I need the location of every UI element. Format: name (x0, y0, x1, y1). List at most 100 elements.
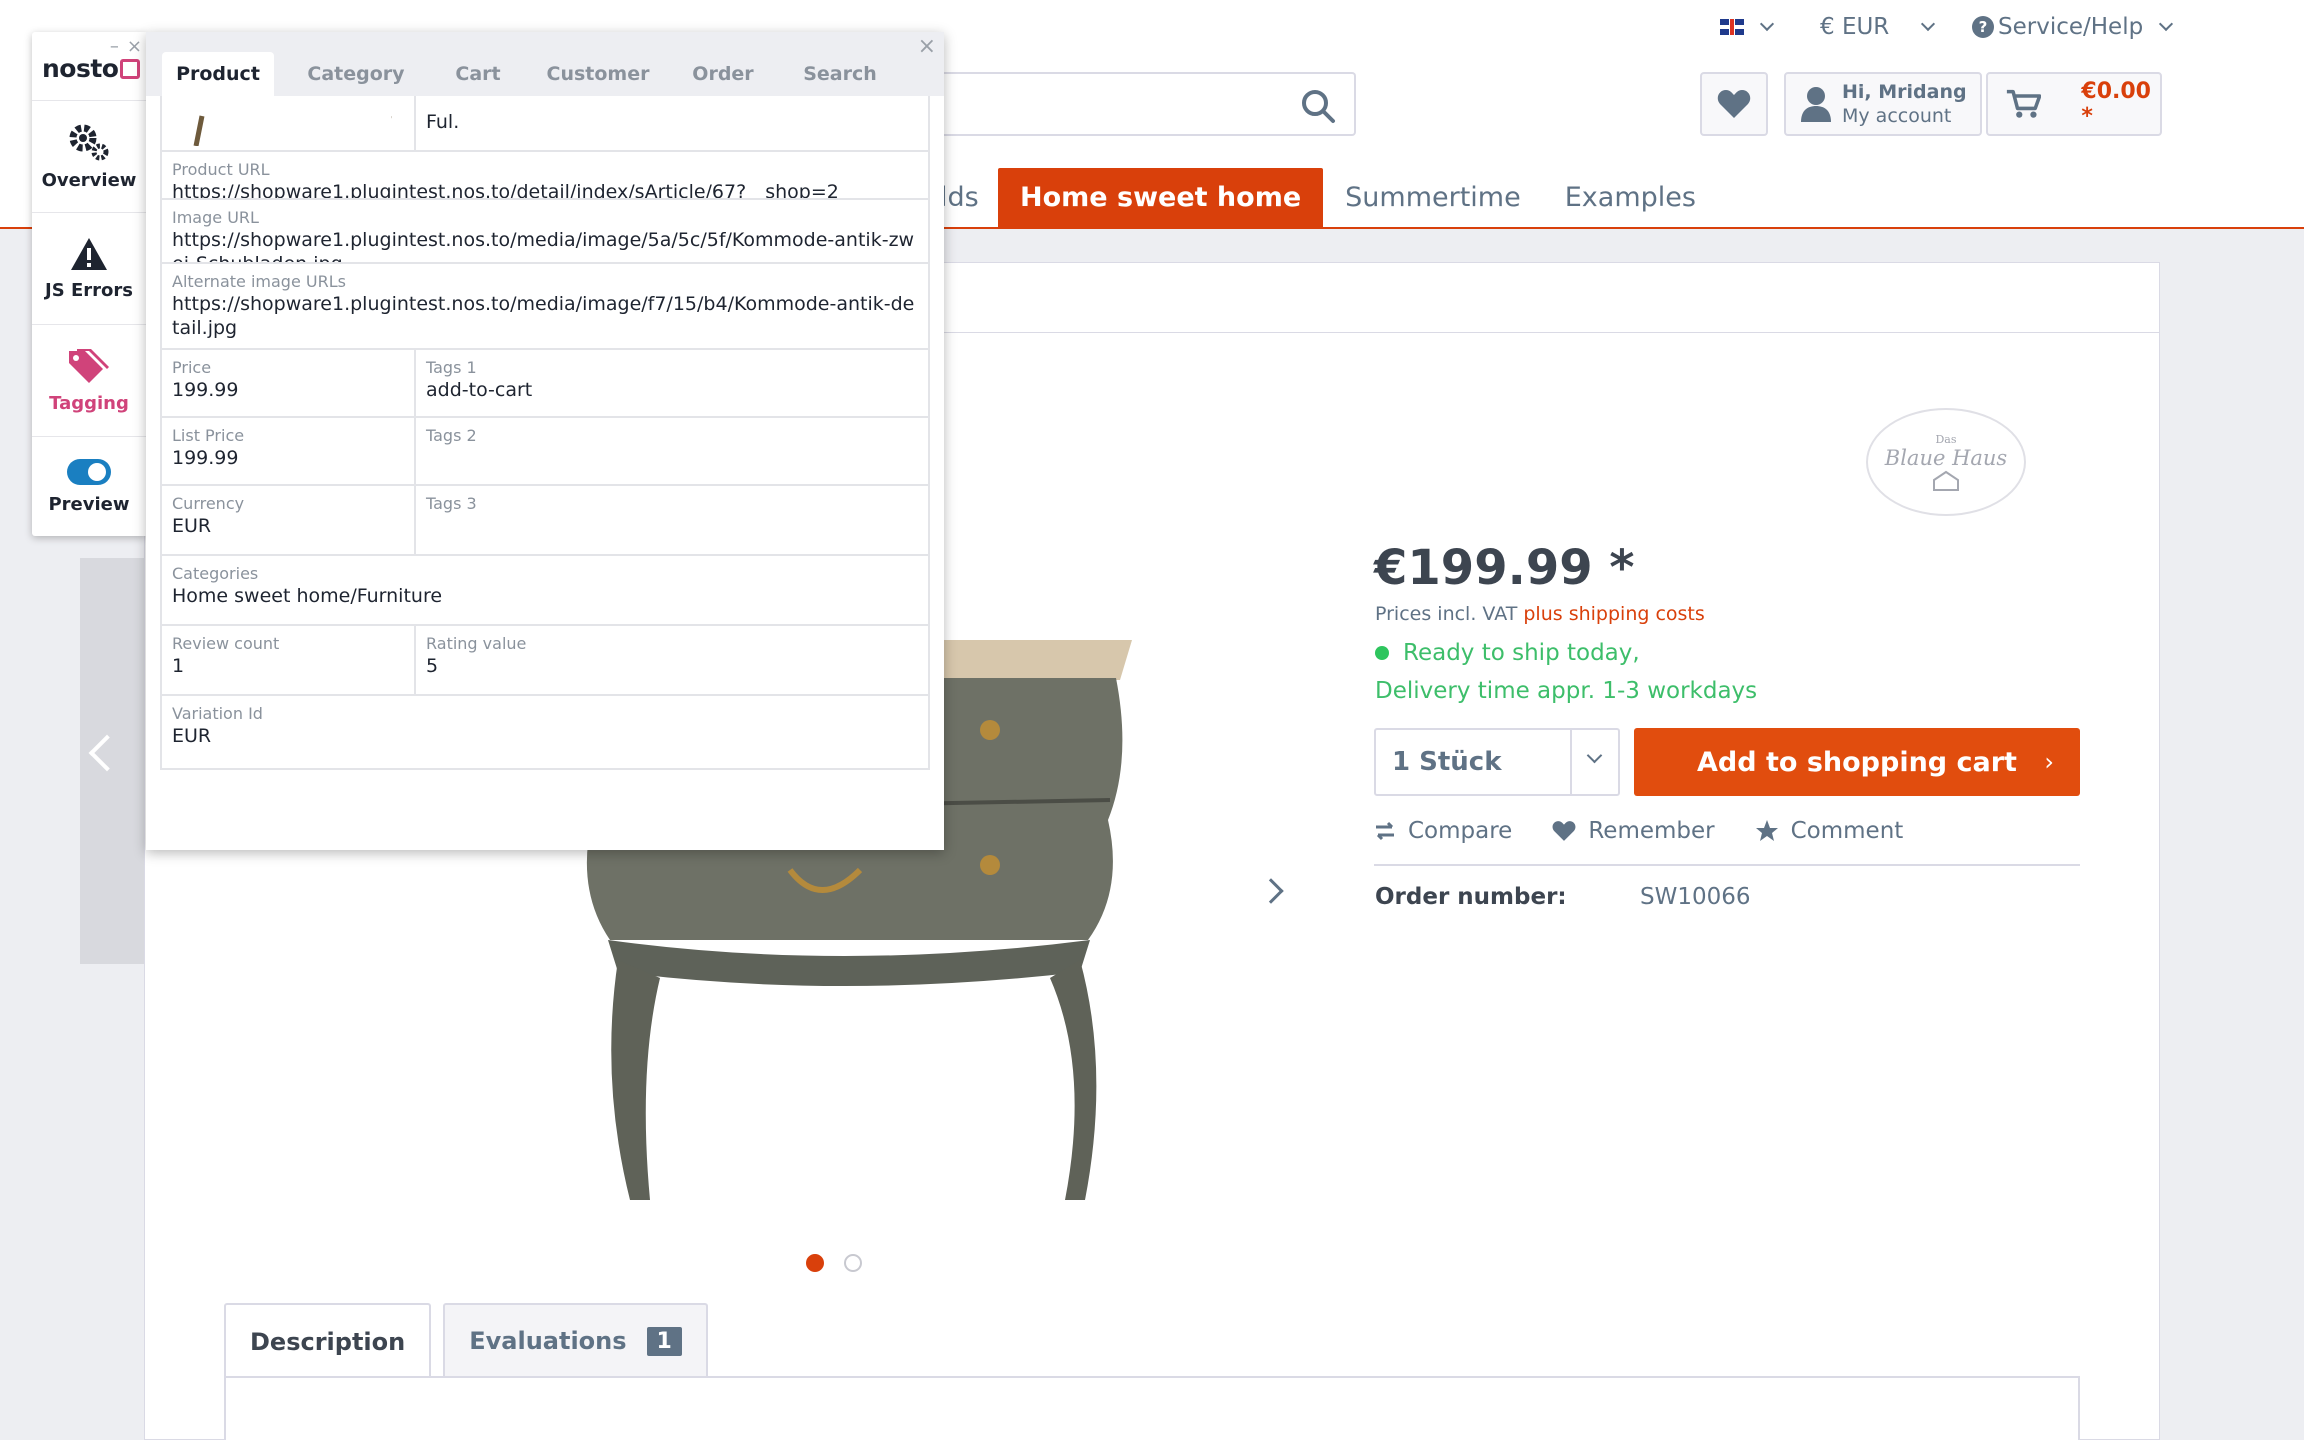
tab-customer[interactable]: Customer (538, 52, 658, 96)
chevron-down-icon (2159, 16, 2174, 32)
remember-link[interactable]: Remember (1552, 818, 1715, 844)
cart-button[interactable]: €0.00 * (1986, 72, 2162, 136)
tab-panel (224, 1376, 2080, 1440)
field-tags-2: Tags 2 (414, 416, 930, 486)
field-product-url: Product URL https://shopware1.plugintest… (160, 150, 930, 203)
field-value: https://shopware1.plugintest.nos.to/medi… (172, 293, 915, 339)
nav-item-summertime[interactable]: Summertime (1323, 168, 1543, 228)
field-partial: Ful. (414, 96, 930, 152)
brand-small-text: Das (1935, 432, 1957, 446)
compare-icon (1376, 821, 1394, 841)
chevron-down-icon (1759, 16, 1775, 32)
field-label: Tags 2 (426, 426, 477, 445)
nosto-logo: nosto (42, 54, 141, 83)
shipping-costs-link[interactable]: plus shipping costs (1523, 603, 1704, 625)
quantity-select[interactable]: 1 Stück (1374, 728, 1620, 796)
search-input[interactable] (930, 72, 1356, 136)
field-value: 199.99 (172, 379, 239, 401)
comment-link[interactable]: Comment (1755, 818, 1904, 844)
status-dot-icon (1375, 646, 1389, 660)
delivery-status: Ready to ship today, (1375, 640, 1640, 666)
wishlist-button[interactable] (1700, 72, 1768, 136)
field-currency: Currency EUR (160, 484, 416, 556)
tab-search[interactable]: Search (788, 52, 892, 96)
sidebar-item-overview[interactable]: Overview (32, 100, 146, 212)
gallery-dots (806, 1254, 862, 1272)
comment-label: Comment (1790, 818, 1904, 844)
cart-icon (2006, 89, 2042, 118)
field-label: Variation Id (172, 704, 263, 723)
field-label: Currency (172, 494, 245, 513)
account-button[interactable]: Hi, Mridang My account (1784, 72, 1982, 136)
field-label: Price (172, 358, 212, 377)
toggle-icon (67, 459, 111, 485)
currency-switcher[interactable]: € EUR (1820, 12, 1936, 42)
tab-evaluations-label: Evaluations (469, 1327, 627, 1355)
field-value: Ful. (426, 111, 460, 133)
field-label: Review count (172, 634, 280, 653)
vat-info: Prices incl. VAT plus shipping costs (1375, 603, 1705, 625)
tab-product[interactable]: Product (162, 52, 274, 96)
add-to-cart-button[interactable]: Add to shopping cart › (1634, 728, 2080, 796)
field-label: Rating value (426, 634, 527, 653)
sidebar-item-label: Preview (48, 494, 130, 515)
service-label: Service/Help (1998, 14, 2144, 40)
main-navigation-items: Home sweet home Summertime Examples (998, 168, 1718, 228)
search-icon[interactable] (1300, 88, 1336, 124)
sidebar-item-label: JS Errors (45, 280, 133, 301)
field-value: 5 (426, 655, 439, 677)
nosto-panel: Product Category Cart Customer Order Sea… (146, 32, 944, 850)
tab-category[interactable]: Category (294, 52, 418, 96)
remember-label: Remember (1588, 818, 1715, 844)
sidebar-item-tagging[interactable]: Tagging (32, 324, 146, 436)
tab-evaluations[interactable]: Evaluations 1 (443, 1303, 708, 1377)
tab-description-label: Description (250, 1328, 406, 1356)
field-variation-id: Variation Id EUR (160, 694, 930, 770)
divider (1374, 864, 2080, 866)
heart-icon (1552, 821, 1576, 841)
field-image-thumb (160, 96, 416, 152)
nav-item-home-sweet-home[interactable]: Home sweet home (998, 168, 1324, 228)
order-number-value: SW10066 (1640, 884, 1751, 910)
field-alt-image-urls: Alternate image URLs https://shopware1.p… (160, 262, 930, 350)
sidebar-item-js-errors[interactable]: JS Errors (32, 212, 146, 324)
field-value: EUR (172, 515, 212, 537)
field-value: Home sweet home/Furniture (172, 585, 443, 607)
field-rating-value: Rating value 5 (414, 624, 930, 696)
chevron-down-icon (1921, 16, 1936, 32)
nav-item-examples[interactable]: Examples (1543, 168, 1718, 228)
gallery-dot[interactable] (806, 1254, 824, 1272)
order-number-label: Order number: (1375, 884, 1567, 910)
sidebar-item-preview[interactable]: Preview (32, 436, 146, 536)
compare-link[interactable]: Compare (1374, 818, 1512, 844)
brand-logo[interactable]: Das Blaue Haus (1866, 408, 2026, 516)
tab-description[interactable]: Description (224, 1303, 432, 1379)
nosto-sidebar: – × nosto Overview JS Errors Tagging Pre… (32, 32, 146, 536)
product-thumbnail (193, 115, 403, 147)
field-label: Image URL (172, 208, 259, 227)
field-value: EUR (172, 725, 212, 747)
service-menu[interactable]: ? Service/Help (1972, 12, 2174, 42)
tab-cart[interactable]: Cart (438, 52, 518, 96)
field-value: 199.99 (172, 447, 239, 469)
field-label: Tags 1 (426, 358, 477, 377)
field-label: Alternate image URLs (172, 272, 346, 291)
evaluations-count-badge: 1 (646, 1326, 682, 1356)
nosto-field-list: Ful. Product URL https://shopware1.plugi… (160, 96, 930, 850)
tab-order[interactable]: Order (678, 52, 768, 96)
field-label: Product URL (172, 160, 270, 179)
vat-text: Prices incl. VAT (1375, 603, 1518, 625)
account-greeting: Hi, Mridang (1842, 81, 1967, 103)
close-icon[interactable]: × (918, 34, 936, 59)
divider (1570, 730, 1572, 794)
language-switcher[interactable] (1720, 12, 1775, 42)
product-actions: Compare Remember Comment (1374, 818, 1903, 844)
gallery-dot[interactable] (844, 1254, 862, 1272)
field-list-price: List Price 199.99 (160, 416, 416, 486)
field-tags-1: Tags 1 add-to-cart (414, 348, 930, 418)
currency-label: € EUR (1820, 14, 1890, 40)
account-sub: My account (1842, 105, 1952, 127)
house-icon (1933, 470, 1959, 491)
star-icon (1755, 820, 1778, 841)
product-price: €199.99 * (1374, 540, 1635, 596)
